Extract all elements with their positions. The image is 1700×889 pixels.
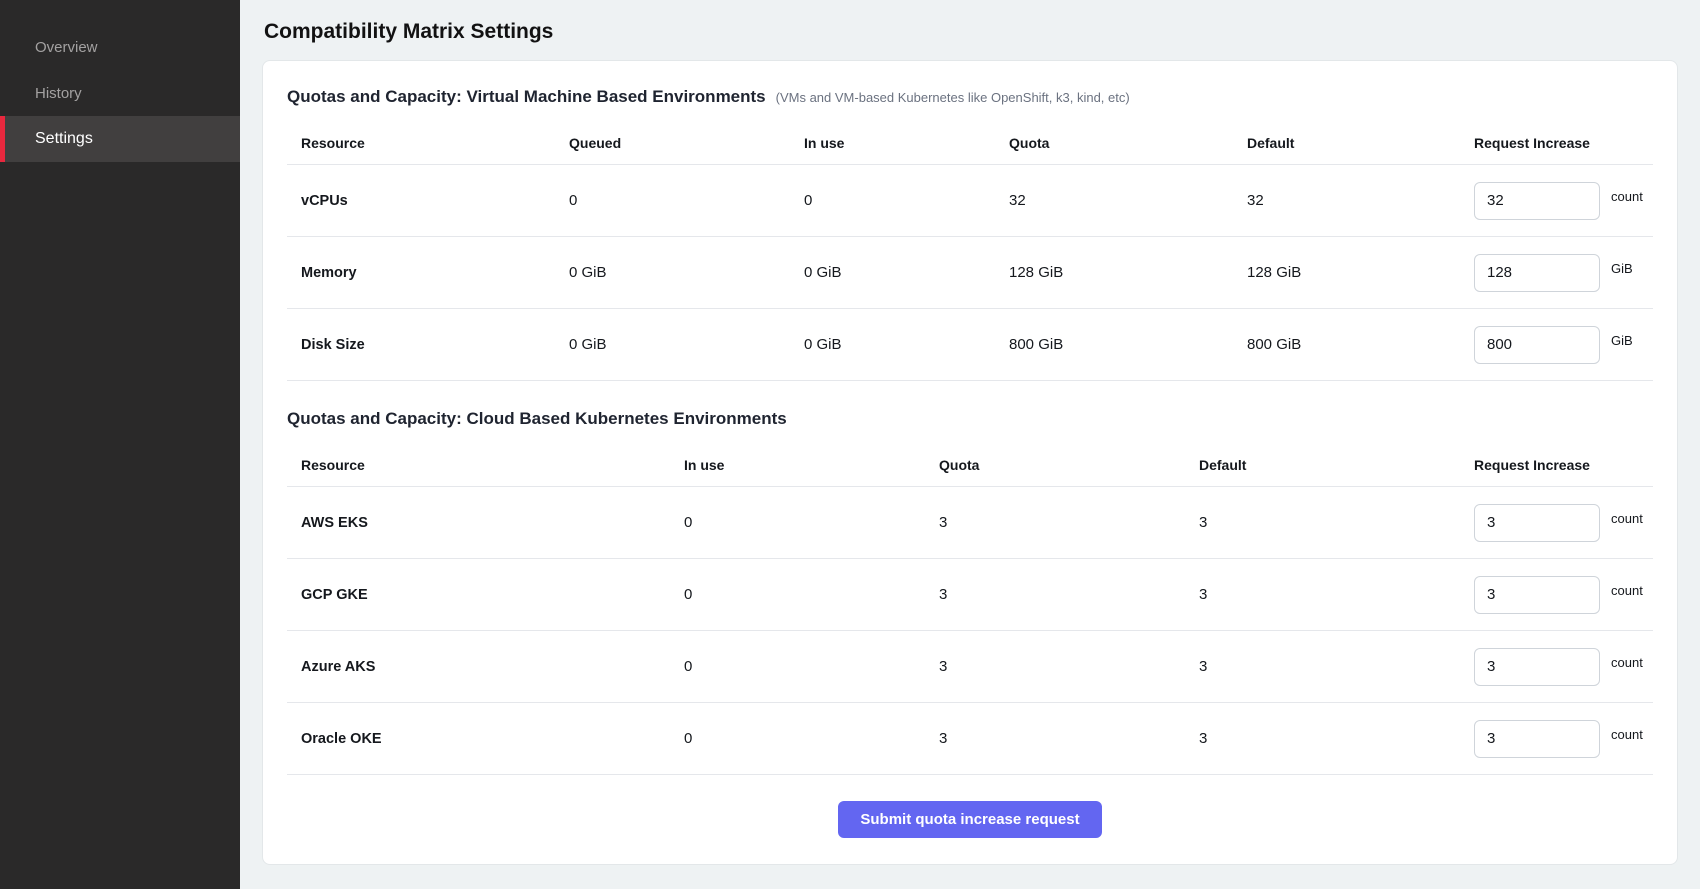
column-header-quota: Quota: [1009, 135, 1247, 151]
column-header-default: Default: [1199, 457, 1474, 473]
vcpus-quota-input[interactable]: [1474, 182, 1600, 220]
resource-name: GCP GKE: [301, 587, 684, 603]
table-row-oracle-oke: Oracle OKE 0 3 3 count: [287, 703, 1653, 775]
quota-value: 3: [939, 658, 1199, 675]
in-use-value: 0: [684, 514, 939, 531]
column-header-request-increase: Request Increase: [1474, 457, 1639, 473]
in-use-value: 0: [684, 586, 939, 603]
vm-section-subtitle: (VMs and VM-based Kubernetes like OpenSh…: [776, 90, 1130, 105]
table-row-gcp-gke: GCP GKE 0 3 3 count: [287, 559, 1653, 631]
vm-table-header: Resource Queued In use Quota Default Req…: [287, 121, 1653, 165]
default-value: 128 GiB: [1247, 264, 1474, 281]
resource-name: vCPUs: [301, 193, 569, 209]
in-use-value: 0 GiB: [804, 336, 1009, 353]
column-header-quota: Quota: [939, 457, 1199, 473]
quota-value: 3: [939, 586, 1199, 603]
column-header-resource: Resource: [301, 457, 684, 473]
quota-value: 128 GiB: [1009, 264, 1247, 281]
table-row-aws-eks: AWS EKS 0 3 3 count: [287, 487, 1653, 559]
k8s-section-head: Quotas and Capacity: Cloud Based Kuberne…: [287, 409, 1653, 429]
unit-label: count: [1611, 655, 1643, 670]
vm-section-title: Quotas and Capacity: Virtual Machine Bas…: [287, 87, 766, 107]
default-value: 32: [1247, 192, 1474, 209]
column-header-default: Default: [1247, 135, 1474, 151]
queued-value: 0 GiB: [569, 264, 804, 281]
column-header-request-increase: Request Increase: [1474, 135, 1639, 151]
table-row-disk-size: Disk Size 0 GiB 0 GiB 800 GiB 800 GiB Gi…: [287, 309, 1653, 381]
sidebar-item-history[interactable]: History: [0, 70, 240, 116]
aws-eks-quota-input[interactable]: [1474, 504, 1600, 542]
default-value: 3: [1199, 586, 1474, 603]
app-window: Overview History Settings Compatibility …: [0, 0, 1700, 889]
settings-card: Quotas and Capacity: Virtual Machine Bas…: [262, 60, 1678, 865]
vm-section-head: Quotas and Capacity: Virtual Machine Bas…: [287, 87, 1653, 107]
resource-name: Oracle OKE: [301, 731, 684, 747]
request-increase-cell: count: [1474, 504, 1643, 542]
queued-value: 0: [569, 192, 804, 209]
k8s-quotas-section: Quotas and Capacity: Cloud Based Kuberne…: [287, 409, 1653, 775]
request-increase-cell: count: [1474, 576, 1643, 614]
queued-value: 0 GiB: [569, 336, 804, 353]
main-content: Compatibility Matrix Settings Quotas and…: [240, 0, 1700, 889]
unit-label: count: [1611, 189, 1643, 204]
request-increase-cell: count: [1474, 720, 1643, 758]
unit-label: GiB: [1611, 261, 1633, 276]
request-increase-cell: GiB: [1474, 254, 1639, 292]
oracle-oke-quota-input[interactable]: [1474, 720, 1600, 758]
request-increase-cell: count: [1474, 182, 1643, 220]
table-row-azure-aks: Azure AKS 0 3 3 count: [287, 631, 1653, 703]
column-header-in-use: In use: [684, 457, 939, 473]
memory-quota-input[interactable]: [1474, 254, 1600, 292]
vm-quotas-section: Quotas and Capacity: Virtual Machine Bas…: [287, 87, 1653, 381]
column-header-queued: Queued: [569, 135, 804, 151]
azure-aks-quota-input[interactable]: [1474, 648, 1600, 686]
k8s-quota-table: Resource In use Quota Default Request In…: [287, 443, 1653, 775]
sidebar: Overview History Settings: [0, 0, 240, 889]
in-use-value: 0: [804, 192, 1009, 209]
in-use-value: 0: [684, 730, 939, 747]
sidebar-item-label: History: [35, 85, 82, 102]
disk-size-quota-input[interactable]: [1474, 326, 1600, 364]
unit-label: GiB: [1611, 333, 1633, 348]
quota-value: 3: [939, 514, 1199, 531]
resource-name: AWS EKS: [301, 515, 684, 531]
gcp-gke-quota-input[interactable]: [1474, 576, 1600, 614]
request-increase-cell: count: [1474, 648, 1643, 686]
vm-quota-table: Resource Queued In use Quota Default Req…: [287, 121, 1653, 381]
resource-name: Memory: [301, 265, 569, 281]
default-value: 3: [1199, 514, 1474, 531]
quota-value: 32: [1009, 192, 1247, 209]
resource-name: Disk Size: [301, 337, 569, 353]
k8s-table-header: Resource In use Quota Default Request In…: [287, 443, 1653, 487]
sidebar-item-settings[interactable]: Settings: [0, 116, 240, 162]
quota-value: 800 GiB: [1009, 336, 1247, 353]
page-title: Compatibility Matrix Settings: [264, 20, 1678, 44]
in-use-value: 0: [684, 658, 939, 675]
resource-name: Azure AKS: [301, 659, 684, 675]
column-header-in-use: In use: [804, 135, 1009, 151]
in-use-value: 0 GiB: [804, 264, 1009, 281]
submit-quota-increase-button[interactable]: Submit quota increase request: [838, 801, 1101, 838]
unit-label: count: [1611, 511, 1643, 526]
sidebar-item-label: Overview: [35, 39, 98, 56]
request-increase-cell: GiB: [1474, 326, 1639, 364]
default-value: 3: [1199, 730, 1474, 747]
unit-label: count: [1611, 583, 1643, 598]
k8s-section-title: Quotas and Capacity: Cloud Based Kuberne…: [287, 409, 787, 429]
default-value: 800 GiB: [1247, 336, 1474, 353]
sidebar-item-label: Settings: [35, 130, 93, 148]
card-footer: Submit quota increase request: [287, 775, 1653, 842]
column-header-resource: Resource: [301, 135, 569, 151]
default-value: 3: [1199, 658, 1474, 675]
unit-label: count: [1611, 727, 1643, 742]
sidebar-item-overview[interactable]: Overview: [0, 24, 240, 70]
quota-value: 3: [939, 730, 1199, 747]
table-row-vcpus: vCPUs 0 0 32 32 count: [287, 165, 1653, 237]
table-row-memory: Memory 0 GiB 0 GiB 128 GiB 128 GiB GiB: [287, 237, 1653, 309]
